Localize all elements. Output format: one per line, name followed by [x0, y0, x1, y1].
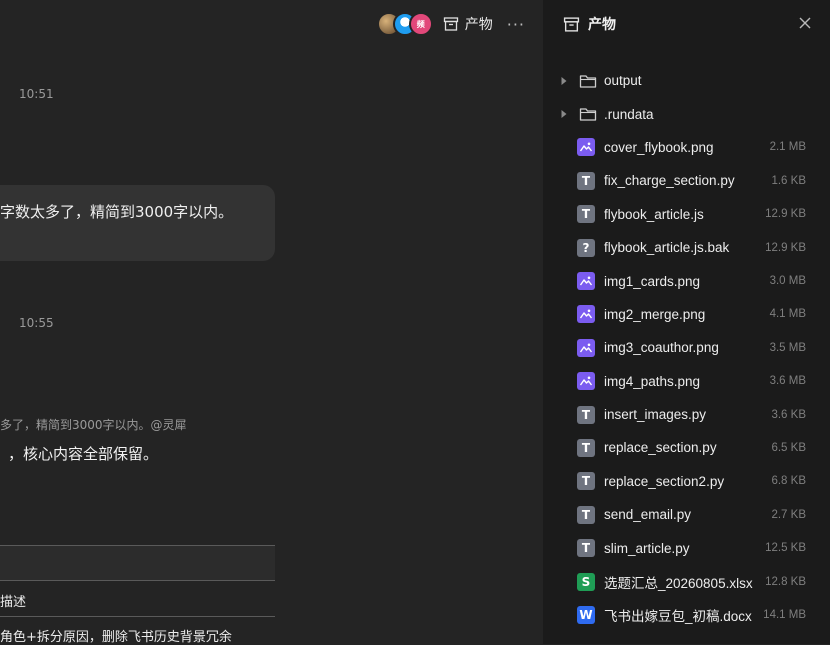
quoted-message[interactable]: 多了，精简到3000字以内。@灵犀 [0, 416, 187, 433]
file-row[interactable]: Treplace_section.py 6.5 KB [543, 431, 830, 464]
mountain-glyph [579, 309, 593, 319]
file-size: 3.6 KB [771, 408, 806, 421]
text-file-icon: T [577, 205, 595, 224]
image-file-icon [577, 272, 595, 291]
table-cell: 描述 [0, 595, 27, 610]
text-file-icon: T [577, 438, 595, 457]
file-row[interactable]: Tflybook_article.js 12.9 KB [543, 198, 830, 231]
file-row[interactable]: img1_cards.png 3.0 MB [543, 264, 830, 297]
file-name: .rundata [604, 106, 654, 122]
file-row[interactable]: img3_coauthor.png 3.5 MB [543, 331, 830, 364]
file-name: flybook_article.js [604, 206, 704, 222]
file-size: 6.8 KB [771, 475, 806, 488]
file-name: img4_paths.png [604, 373, 701, 389]
file-row[interactable]: S 选题汇总_20260805.xlsx 12.8 KB [543, 565, 830, 598]
message-bubble [0, 185, 275, 261]
file-row[interactable]: cover_flybook.png 2.1 MB [543, 131, 830, 164]
unknown-file-icon: ? [577, 238, 595, 257]
file-size: 2.1 MB [769, 141, 806, 154]
chevron-right-icon[interactable] [560, 109, 568, 119]
file-name: flybook_article.js.bak [604, 240, 730, 256]
table-cell: 角色+拆分原因，删除飞书历史背景冗余 [0, 630, 232, 645]
mountain-glyph [579, 142, 593, 152]
file-size: 6.5 KB [771, 441, 806, 454]
file-name: slim_article.py [604, 540, 690, 556]
file-name: fix_charge_section.py [604, 173, 735, 189]
panel-header: 产物 [563, 14, 616, 34]
file-name: 飞书出嫁豆包_初稿.docx [604, 608, 752, 624]
image-file-icon [577, 372, 595, 391]
file-name: img1_cards.png [604, 273, 701, 289]
file-size: 3.0 MB [769, 275, 806, 288]
archive-box-icon [563, 16, 580, 32]
image-file-icon [577, 305, 595, 324]
file-name: send_email.py [604, 507, 692, 523]
text-file-icon: T [577, 171, 595, 190]
file-name: img2_merge.png [604, 306, 706, 322]
file-size: 2.7 KB [771, 508, 806, 521]
image-file-icon [577, 138, 595, 157]
chevron-right-icon[interactable] [560, 76, 568, 86]
file-name: insert_images.py [604, 407, 707, 423]
folder-icon [579, 108, 597, 121]
mountain-glyph [579, 276, 593, 286]
image-file-icon [577, 338, 595, 357]
message-text: 字数太多了，精简到3000字以内。 [0, 203, 234, 221]
file-size: 4.1 MB [769, 308, 806, 321]
word-file-icon: W [577, 605, 595, 624]
file-name: replace_section2.py [604, 473, 725, 489]
message-timestamp: 10:55 [19, 316, 54, 330]
file-row[interactable]: ? flybook_article.js.bak 12.9 KB [543, 231, 830, 264]
mountain-glyph [579, 376, 593, 386]
file-name: cover_flybook.png [604, 139, 714, 155]
folder-icon [579, 75, 597, 88]
file-list: output .rundata cover_flybook.png 2.1 MB Tfi… [543, 64, 830, 632]
panel-title: 产物 [588, 17, 616, 33]
mountain-glyph [579, 343, 593, 353]
file-row[interactable]: Tinsert_images.py 3.6 KB [543, 398, 830, 431]
table-header-row [0, 546, 275, 580]
member-avatars[interactable]: 频 [376, 12, 433, 36]
archive-box-icon [443, 17, 458, 31]
file-size: 12.5 KB [765, 542, 806, 555]
folder-row[interactable]: .rundata [543, 97, 830, 130]
chat-area: 频 产物 ··· 10:51 字数太多了，精简到3000字以内。 10:55 多… [0, 0, 543, 645]
table-divider [0, 616, 275, 617]
file-size: 3.5 MB [769, 341, 806, 354]
chat-topbar: 频 产物 ··· [376, 10, 529, 38]
text-file-icon: T [577, 405, 595, 424]
file-name: img3_coauthor.png [604, 340, 719, 356]
file-row[interactable]: Tslim_article.py 12.5 KB [543, 531, 830, 564]
spreadsheet-file-icon: S [577, 572, 595, 591]
folder-row[interactable]: output [543, 64, 830, 97]
table-divider [0, 580, 275, 581]
file-size: 3.6 MB [769, 375, 806, 388]
file-name: 选题汇总_20260805.xlsx [604, 575, 753, 591]
file-size: 12.9 KB [765, 208, 806, 221]
file-size: 12.9 KB [765, 241, 806, 254]
file-row[interactable]: Treplace_section2.py 6.8 KB [543, 465, 830, 498]
reply-text: ，核心内容全部保留。 [8, 445, 159, 463]
text-file-icon: T [577, 505, 595, 524]
file-name: replace_section.py [604, 440, 717, 456]
file-size: 1.6 KB [771, 174, 806, 187]
file-name: output [604, 73, 642, 89]
artifacts-button-label: 产物 [464, 17, 493, 33]
file-row[interactable]: W 飞书出嫁豆包_初稿.docx 14.1 MB [543, 598, 830, 631]
avatar[interactable]: 频 [408, 12, 433, 36]
artifacts-panel: 产物 output .rundata cover_flybook.png 2.1 MB… [543, 0, 830, 644]
file-row[interactable]: Tsend_email.py 2.7 KB [543, 498, 830, 531]
close-icon[interactable] [796, 14, 814, 32]
more-options-button[interactable]: ··· [503, 15, 529, 34]
message-timestamp: 10:51 [19, 87, 54, 101]
file-row[interactable]: img4_paths.png 3.6 MB [543, 365, 830, 398]
artifacts-button[interactable]: 产物 [443, 14, 493, 34]
file-row[interactable]: Tfix_charge_section.py 1.6 KB [543, 164, 830, 197]
file-size: 12.8 KB [765, 575, 806, 588]
file-size: 14.1 MB [763, 608, 806, 621]
text-file-icon: T [577, 539, 595, 558]
text-file-icon: T [577, 472, 595, 491]
file-row[interactable]: img2_merge.png 4.1 MB [543, 298, 830, 331]
